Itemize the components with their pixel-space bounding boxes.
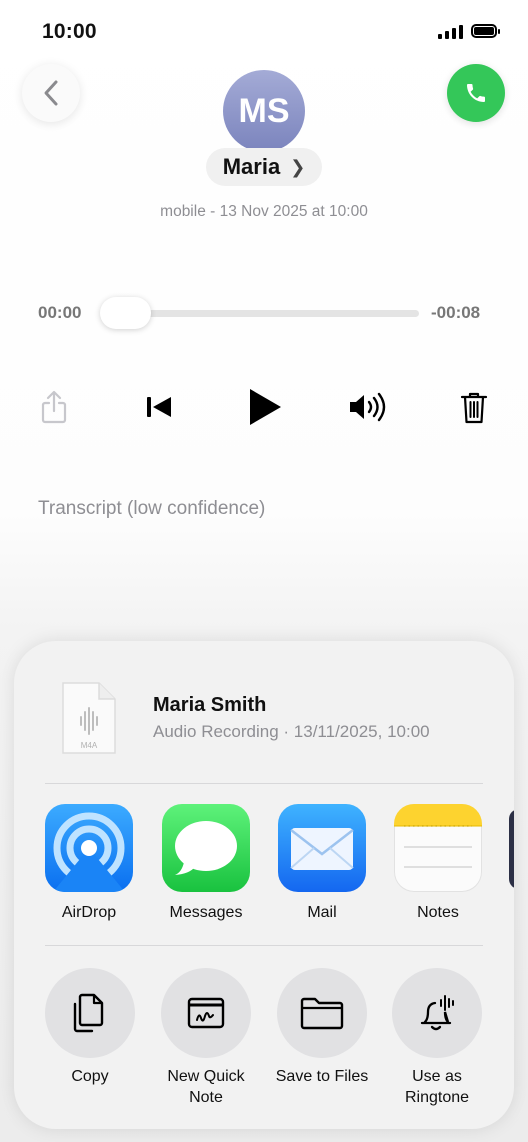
action-quick-note-circle bbox=[161, 968, 251, 1058]
action-copy-circle bbox=[45, 968, 135, 1058]
messages-icon bbox=[162, 804, 250, 892]
cellular-signal-icon bbox=[438, 25, 463, 39]
folder-icon bbox=[300, 997, 344, 1030]
share-app-mail[interactable]: Mail bbox=[277, 804, 367, 922]
bell-waveform-icon bbox=[420, 995, 454, 1031]
chevron-left-icon bbox=[44, 80, 58, 106]
skip-back-button[interactable] bbox=[142, 391, 176, 423]
file-subtitle: Audio Recording · 13/11/2025, 10:00 bbox=[153, 722, 430, 741]
action-label: Use as Ringtone bbox=[404, 1068, 470, 1106]
speaker-button[interactable] bbox=[347, 391, 391, 423]
action-label: Save to Files bbox=[275, 1068, 369, 1085]
share-app-partial[interactable] bbox=[509, 809, 514, 889]
app-label: AirDrop bbox=[61, 904, 117, 921]
action-new-quick-note[interactable]: New Quick Note bbox=[156, 968, 256, 1108]
app-label: Messages bbox=[169, 904, 243, 921]
action-label: Copy bbox=[71, 1068, 109, 1085]
chevron-right-icon: ❯ bbox=[290, 156, 306, 177]
mail-icon bbox=[278, 804, 366, 892]
copy-icon bbox=[73, 993, 104, 1033]
progress-scrubber[interactable] bbox=[100, 297, 151, 329]
back-button[interactable] bbox=[22, 64, 80, 122]
app-label: Notes bbox=[417, 904, 459, 921]
share-app-airdrop[interactable]: AirDrop bbox=[44, 804, 134, 922]
divider bbox=[45, 945, 483, 946]
action-label: New Quick Note bbox=[167, 1068, 245, 1106]
elapsed-time: 00:00 bbox=[38, 303, 82, 322]
action-copy[interactable]: Copy bbox=[40, 968, 140, 1087]
skip-back-icon bbox=[147, 397, 171, 417]
battery-icon bbox=[471, 24, 500, 38]
contact-name-button[interactable]: Maria ❯ bbox=[206, 148, 322, 186]
share-app-notes[interactable]: Notes bbox=[393, 804, 483, 922]
avatar[interactable]: MS bbox=[223, 70, 305, 152]
share-icon bbox=[41, 390, 67, 424]
action-files-circle bbox=[277, 968, 367, 1058]
trash-icon bbox=[460, 392, 488, 424]
contact-name: Maria bbox=[222, 154, 281, 179]
phone-icon bbox=[467, 84, 485, 102]
file-type-label: M4A bbox=[81, 741, 98, 750]
divider bbox=[45, 783, 483, 784]
quick-note-icon bbox=[187, 997, 225, 1029]
notes-icon bbox=[394, 804, 482, 892]
avatar-initials: MS bbox=[238, 91, 290, 130]
call-meta: mobile - 13 Nov 2025 at 10:00 bbox=[160, 203, 368, 220]
share-app-messages[interactable]: Messages bbox=[161, 804, 251, 922]
share-sheet: M4A Maria Smith Audio Recording · 13/11/… bbox=[14, 641, 514, 1129]
speaker-icon bbox=[350, 392, 386, 422]
airdrop-icon bbox=[45, 804, 133, 892]
app-label: Mail bbox=[307, 904, 337, 921]
share-button[interactable] bbox=[38, 388, 70, 426]
progress-track[interactable] bbox=[104, 310, 419, 317]
remaining-time: -00:08 bbox=[431, 303, 481, 322]
status-time: 10:00 bbox=[42, 20, 97, 43]
audio-file-icon: M4A bbox=[62, 682, 116, 754]
transcript-label: Transcript (low confidence) bbox=[38, 498, 266, 519]
delete-button[interactable] bbox=[458, 390, 490, 426]
call-button[interactable] bbox=[447, 64, 505, 122]
play-icon bbox=[250, 389, 281, 425]
action-use-as-ringtone[interactable]: Use as Ringtone bbox=[387, 968, 487, 1108]
action-ringtone-circle bbox=[392, 968, 482, 1058]
file-title: Maria Smith bbox=[153, 694, 267, 716]
action-save-to-files[interactable]: Save to Files bbox=[272, 968, 372, 1087]
play-button[interactable] bbox=[245, 386, 285, 428]
